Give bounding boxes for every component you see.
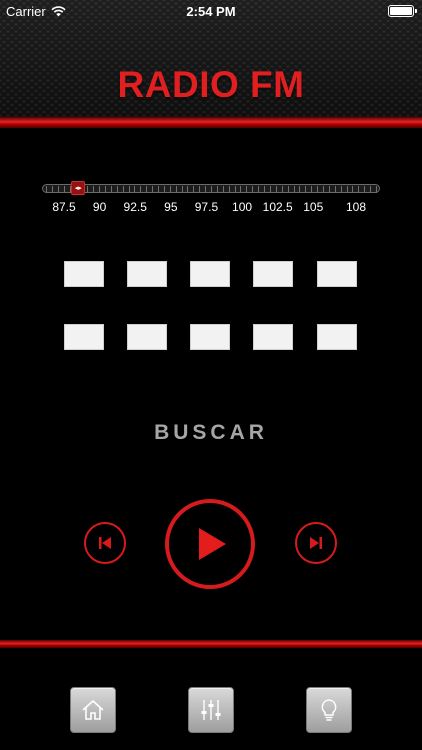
skip-previous-icon [99, 537, 111, 549]
tuner-tick [205, 186, 207, 193]
tuner-tick [51, 186, 53, 193]
tuner-tick [222, 186, 224, 193]
next-button[interactable] [295, 522, 337, 564]
tuner-tick [246, 186, 248, 193]
preset-slot[interactable] [64, 324, 104, 350]
tuner-tick [57, 186, 59, 193]
tuner-tick [175, 186, 177, 193]
frequency-label: 87.5 [52, 200, 76, 214]
tuner-tick [334, 186, 336, 193]
tuner-tick [370, 186, 372, 193]
tuner-tick [216, 186, 218, 193]
tuner-tick [110, 186, 112, 193]
tuner-tick [116, 186, 118, 193]
tuner-tick [46, 186, 47, 193]
lightbulb-icon [321, 699, 337, 721]
tuner-tick [364, 186, 366, 193]
tuner-ticks [46, 186, 377, 193]
tuner-tick [328, 186, 330, 193]
tuner-tick [128, 186, 130, 193]
play-button[interactable] [165, 499, 255, 589]
frequency-label: 92.5 [123, 200, 147, 214]
preset-slot[interactable] [127, 324, 167, 350]
frequency-label: 108 [345, 200, 367, 214]
tuner-tick [187, 186, 189, 193]
tuner-tick [193, 186, 195, 193]
tuner-tick [199, 186, 201, 193]
preset-slot[interactable] [317, 261, 357, 287]
tuner-tick [311, 186, 313, 193]
tuner-tick [299, 186, 301, 193]
tuner-tick [104, 186, 106, 193]
tuner-tick [346, 186, 348, 193]
tuner-tick [322, 186, 324, 193]
tuner-tick [376, 186, 377, 193]
tuner-tick [152, 186, 154, 193]
tuner-tick [146, 186, 148, 193]
tuner-tick [63, 186, 65, 193]
tuner-tick [340, 186, 342, 193]
tuner-tick [228, 186, 230, 193]
tuner-tick [181, 186, 183, 193]
tuner-tick [258, 186, 260, 193]
tuner-tick [234, 186, 236, 193]
tuner-tick [269, 186, 271, 193]
preset-slot[interactable] [253, 324, 293, 350]
tuner-tick [122, 186, 124, 193]
battery-icon [388, 5, 417, 17]
previous-button[interactable] [84, 522, 126, 564]
preset-slot[interactable] [127, 261, 167, 287]
frequency-label: 90 [92, 200, 107, 214]
tuner-tick [163, 186, 165, 193]
equalizer-icon [201, 700, 221, 720]
app-title: RADIO FM [117, 64, 305, 105]
tuner-tick [317, 186, 319, 193]
preset-slot[interactable] [317, 324, 357, 350]
tuner-tick [240, 186, 242, 193]
play-icon [199, 528, 226, 560]
preset-slot[interactable] [253, 261, 293, 287]
tuner-tick [293, 186, 295, 193]
frequency-label: 100 [232, 200, 253, 214]
tuner-tick [157, 186, 159, 193]
tuner-tick [305, 186, 307, 193]
tuner-tick [134, 186, 136, 193]
tuner-tick [352, 186, 354, 193]
tuner-tick [140, 186, 142, 193]
preset-slot[interactable] [64, 261, 104, 287]
tuner-tick [211, 186, 212, 193]
frequency-tuner[interactable]: ◂▸ 87.5 90 92.5 95 97.5 100 102.5 105 108 [42, 181, 380, 214]
tuner-tick [264, 186, 266, 193]
frequency-label: 95 [164, 200, 178, 214]
frequency-label: 105 [303, 200, 324, 214]
tuner-tick [275, 186, 277, 193]
light-button[interactable] [306, 687, 352, 733]
tuner-tick [358, 186, 360, 193]
home-icon [82, 699, 104, 720]
tuner-tick [93, 186, 95, 193]
skip-next-icon [310, 537, 322, 549]
tuner-thumb[interactable]: ◂▸ [71, 181, 86, 195]
preset-slot[interactable] [190, 324, 230, 350]
tuner-tick [252, 186, 254, 193]
frequency-label: 102.5 [262, 200, 293, 214]
tuner-tick [99, 186, 101, 193]
tuner-tick [281, 186, 283, 193]
header-divider [0, 117, 422, 128]
home-button[interactable] [70, 687, 116, 733]
tuner-track[interactable] [42, 184, 380, 193]
tuner-tick [87, 186, 89, 193]
preset-slot[interactable] [190, 261, 230, 287]
clock: 2:54 PM [186, 4, 236, 19]
equalizer-button[interactable] [188, 687, 234, 733]
footer-divider [0, 640, 422, 648]
search-button[interactable]: BUSCAR [0, 421, 422, 445]
tuner-tick [287, 186, 289, 193]
tuner-tick [169, 186, 171, 193]
frequency-label: 97.5 [194, 200, 219, 214]
status-bar: Carrier 2:54 PM [0, 0, 422, 22]
